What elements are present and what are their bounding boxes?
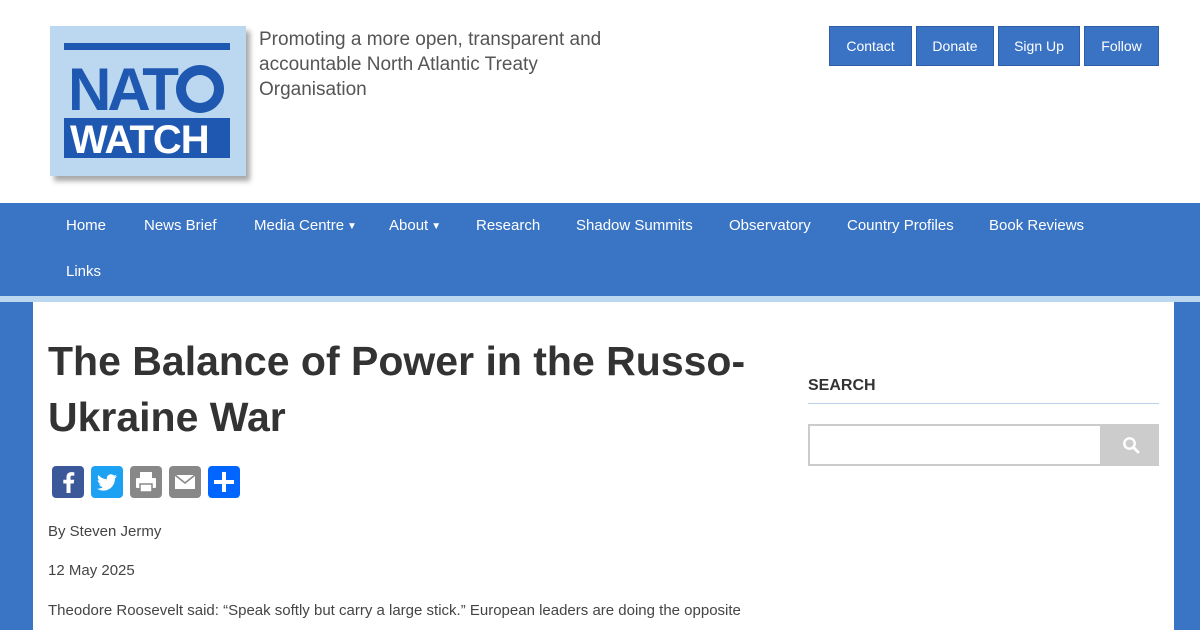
nav-item-research[interactable]: Research xyxy=(476,216,540,236)
left-page-border xyxy=(0,302,33,630)
right-page-border xyxy=(1174,302,1200,630)
email-icon xyxy=(174,474,196,489)
article-date: 12 May 2025 xyxy=(48,562,135,579)
nato-watch-logo[interactable]: NAT WATCH xyxy=(50,26,246,176)
sign-up-button[interactable]: Sign Up xyxy=(998,26,1080,66)
nav-item-label: Country Profiles xyxy=(847,217,954,234)
follow-button[interactable]: Follow xyxy=(1084,26,1159,66)
site-header: NAT WATCH Promoting a more open, transpa… xyxy=(0,0,1200,203)
nav-item-about[interactable]: About ▼ xyxy=(389,216,441,236)
nav-item-home[interactable]: Home xyxy=(66,216,106,236)
twitter-icon xyxy=(97,474,117,491)
svg-text:NAT: NAT xyxy=(68,56,178,123)
search-icon xyxy=(1122,437,1139,454)
top-button-group: Contact Donate Sign Up Follow xyxy=(829,26,1159,66)
nav-item-shadow-summits[interactable]: Shadow Summits xyxy=(576,216,693,236)
nav-item-label: About xyxy=(389,217,429,234)
nav-item-label: Links xyxy=(66,263,102,280)
chevron-down-icon: ▼ xyxy=(347,221,357,232)
nav-item-book-reviews[interactable]: Book Reviews xyxy=(989,216,1084,236)
generic-share-button[interactable] xyxy=(208,466,240,498)
donate-button[interactable]: Donate xyxy=(916,26,994,66)
nav-item-news-brief[interactable]: News Brief xyxy=(144,216,217,236)
nav-item-label: Home xyxy=(66,217,107,234)
search-widget-title: SEARCH xyxy=(808,377,1159,404)
article-byline: By Steven Jermy xyxy=(48,523,162,540)
chevron-down-icon: ▼ xyxy=(431,221,442,232)
nav-item-label: Shadow Summits xyxy=(576,217,693,234)
contact-button[interactable]: Contact xyxy=(829,26,912,66)
twitter-share-button[interactable] xyxy=(91,466,123,498)
print-share-button[interactable] xyxy=(130,466,162,498)
share-icon xyxy=(214,472,234,492)
facebook-share-button[interactable] xyxy=(52,466,84,498)
share-buttons xyxy=(52,466,240,498)
nav-item-media-centre[interactable]: Media Centre ▼ xyxy=(254,216,357,236)
nav-item-label: Observatory xyxy=(729,217,811,234)
svg-text:WATCH: WATCH xyxy=(70,118,209,162)
email-share-button[interactable] xyxy=(169,466,201,498)
print-icon xyxy=(136,472,156,493)
nav-item-label: News Brief xyxy=(144,217,217,234)
main-navigation: Home News Brief Media Centre ▼ About ▼ R… xyxy=(0,203,1200,296)
nav-item-observatory[interactable]: Observatory xyxy=(729,216,811,236)
nav-item-label: Research xyxy=(476,217,541,234)
article-body: Theodore Roosevelt said: “Speak softly b… xyxy=(48,602,741,619)
search-input[interactable] xyxy=(808,424,1102,466)
nav-item-country-profiles[interactable]: Country Profiles xyxy=(847,216,954,236)
nav-item-label: Media Centre xyxy=(254,217,345,234)
nav-item-label: Book Reviews xyxy=(989,217,1085,234)
facebook-icon xyxy=(63,472,75,493)
nav-item-links[interactable]: Links xyxy=(66,262,101,282)
site-tagline: Promoting a more open, transparent and a… xyxy=(259,29,602,100)
article-title: The Balance of Power in the Russo-Ukrain… xyxy=(48,338,746,440)
search-button[interactable] xyxy=(1102,424,1159,466)
logo-graphic: NAT WATCH xyxy=(50,26,246,176)
